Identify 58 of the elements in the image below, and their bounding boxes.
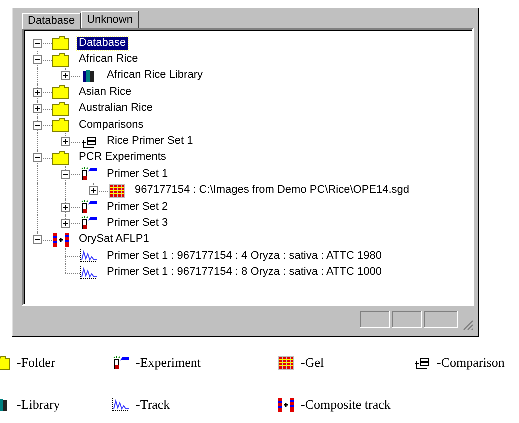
tree-item[interactable]: Primer Set 1 : 967177154 : 4 Oryza : sativa : ATTC 1980 xyxy=(105,250,384,263)
legend-label: -Experiment xyxy=(136,355,201,371)
tree-item[interactable]: Australian Rice xyxy=(77,102,155,116)
expand-toggle[interactable] xyxy=(33,88,42,97)
composite-track-icon xyxy=(277,397,295,413)
track-icon xyxy=(80,264,98,281)
expand-toggle[interactable] xyxy=(33,120,42,130)
folder-icon xyxy=(52,35,70,52)
legend-label: -Folder xyxy=(17,355,56,371)
tab[interactable]: Database xyxy=(22,13,82,29)
expand-toggle[interactable] xyxy=(61,137,70,146)
tree-item[interactable]: African Rice Library xyxy=(105,69,205,82)
tree-item[interactable]: Primer Set 1 : 967177154 : 8 Oryza : sativa : ATTC 1000 xyxy=(105,266,384,280)
expand-toggle[interactable] xyxy=(33,55,42,64)
gel-icon xyxy=(108,182,126,199)
folder-icon xyxy=(52,100,70,117)
tree-item[interactable]: Comparisons xyxy=(77,118,146,132)
legend-label: -Comparison xyxy=(437,355,505,371)
tree-item[interactable]: African Rice xyxy=(77,53,140,66)
legend-label: -Library xyxy=(17,397,60,413)
tree-item[interactable]: PCR Experiments xyxy=(77,151,168,164)
test-tube-icon xyxy=(80,166,98,182)
expand-toggle[interactable] xyxy=(61,170,70,179)
tree-item[interactable]: Asian Rice xyxy=(77,86,134,99)
expand-toggle[interactable] xyxy=(61,218,70,228)
folder-icon xyxy=(52,117,70,134)
gel-icon xyxy=(277,355,295,371)
expand-toggle[interactable] xyxy=(33,235,42,244)
tree-item[interactable]: 967177154 : C:\Images from Demo PC\Rice\OPE14.sgd xyxy=(133,184,412,198)
tree-item[interactable]: Rice Primer Set 1 xyxy=(105,135,196,148)
legend-label: -Track xyxy=(136,397,170,413)
expand-toggle[interactable] xyxy=(61,202,70,212)
status-pane xyxy=(424,311,458,328)
legend-label: -Composite track xyxy=(301,397,391,413)
folder-icon xyxy=(52,84,70,100)
composite-track-icon xyxy=(52,232,70,248)
expand-toggle[interactable] xyxy=(89,186,98,196)
tree-item[interactable]: Primer Set 3 xyxy=(105,216,170,230)
folder-icon xyxy=(52,52,70,68)
expand-toggle[interactable] xyxy=(61,71,70,80)
expand-toggle[interactable] xyxy=(33,38,42,48)
tab[interactable]: Unknown xyxy=(81,11,139,28)
tree-item[interactable]: Primer Set 2 xyxy=(105,200,170,214)
expand-toggle[interactable] xyxy=(33,153,42,162)
tree-item[interactable]: OrySat AFLP1 xyxy=(77,233,152,246)
tree-item[interactable]: Database xyxy=(77,36,128,50)
status-pane xyxy=(360,311,390,328)
track-icon xyxy=(80,248,98,264)
status-pane xyxy=(392,311,422,328)
folder-icon xyxy=(52,150,70,166)
track-icon xyxy=(112,397,130,413)
test-tube-icon xyxy=(80,215,98,232)
test-tube-icon xyxy=(112,355,130,371)
test-tube-icon xyxy=(80,199,98,216)
resize-grip-icon[interactable] xyxy=(462,319,474,331)
legend-label: -Gel xyxy=(301,355,324,371)
tree-item[interactable]: Primer Set 1 xyxy=(105,168,170,181)
expand-toggle[interactable] xyxy=(33,104,42,114)
